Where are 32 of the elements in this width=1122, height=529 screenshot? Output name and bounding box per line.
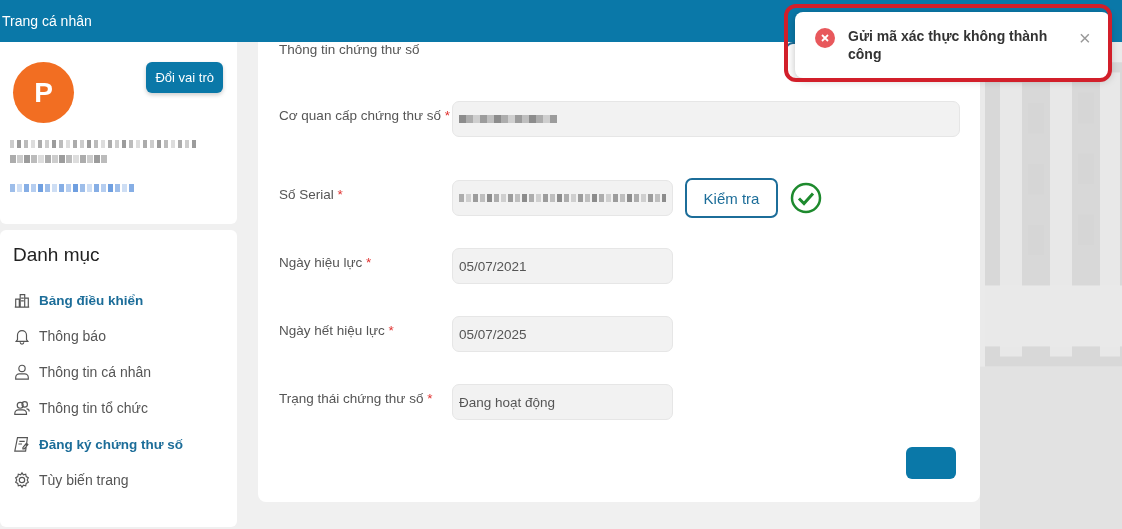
- toast-message: Gửi mã xác thực không thành công: [848, 27, 1049, 63]
- error-icon: [815, 28, 835, 48]
- field-label: Cơ quan cấp chứng thư số *: [279, 107, 452, 123]
- menu-item[interactable]: Tùy biến trang: [13, 462, 237, 498]
- switch-role-button[interactable]: Đổi vai trò: [146, 62, 223, 93]
- settings-icon: [13, 471, 31, 489]
- input-field[interactable]: [452, 101, 960, 137]
- check-button[interactable]: Kiểm tra: [685, 178, 778, 218]
- input-field[interactable]: [452, 180, 673, 216]
- redacted-link[interactable]: [10, 182, 135, 194]
- field-label: Ngày hết hiệu lực *: [279, 322, 395, 338]
- menu-heading: Danh mục: [13, 244, 101, 266]
- section-title: Thông tin chứng thư số: [279, 42, 420, 59]
- dashboard-icon: [13, 291, 31, 309]
- avatar: P: [13, 62, 74, 123]
- users-icon: [13, 399, 31, 417]
- field-label: Số Serial *: [279, 186, 344, 202]
- menu-item[interactable]: Đăng ký chứng thư số: [13, 426, 237, 462]
- input-field[interactable]: Đang hoạt động: [452, 384, 673, 420]
- menu-item[interactable]: Thông tin tổ chức: [13, 390, 237, 426]
- page-title: Trang cá nhân: [2, 13, 92, 29]
- menu-item[interactable]: Thông báo: [13, 318, 237, 354]
- certificate-icon: [13, 435, 31, 453]
- menu-item[interactable]: Thông tin cá nhân: [13, 354, 237, 390]
- input-field[interactable]: 05/07/2021: [452, 248, 673, 284]
- menu-item[interactable]: Bảng điều khiển: [13, 282, 237, 318]
- bell-icon: [13, 327, 31, 345]
- input-field[interactable]: 05/07/2025: [452, 316, 673, 352]
- field-label: Trạng thái chứng thư số *: [279, 390, 434, 406]
- action-button[interactable]: [906, 447, 956, 479]
- field-label: Ngày hiệu lực *: [279, 254, 373, 270]
- user-icon: [13, 363, 31, 381]
